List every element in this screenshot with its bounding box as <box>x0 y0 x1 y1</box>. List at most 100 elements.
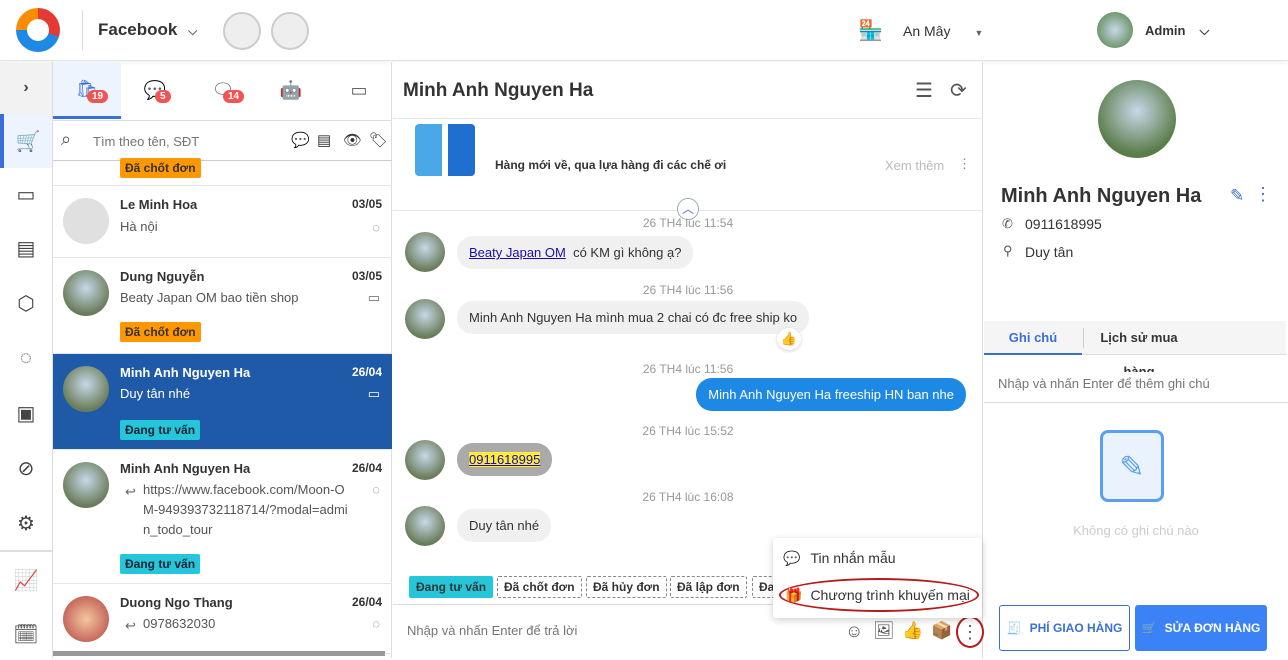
page-avatar-icon[interactable] <box>223 12 261 50</box>
settings-icon[interactable]: ⚙ <box>0 497 52 549</box>
tab-comments[interactable]: 🗨 14 <box>189 62 257 119</box>
avatar <box>405 440 445 480</box>
page-link[interactable]: Beaty Japan OM <box>469 245 566 260</box>
message-bubble-outgoing: Minh Anh Nguyen Ha freeship HN ban nhe <box>696 378 966 411</box>
list-item[interactable]: Duong Ngo Thang 26/04 ↩ 0978632030 ◌ <box>53 584 392 654</box>
user-avatar[interactable] <box>1097 12 1133 48</box>
edit-order-button[interactable]: 🛒 SỬA ĐƠN HÀNG <box>1135 605 1267 651</box>
tag-created[interactable]: Đã lập đơn <box>670 576 747 598</box>
user-menu[interactable]: Admin ⌵ <box>1145 23 1209 39</box>
reply-icon: ↩ <box>125 484 136 499</box>
document-icon[interactable]: ▤ <box>0 222 52 274</box>
template-message-icon: 💬 <box>783 550 801 566</box>
box-icon[interactable]: ⬡ <box>0 277 52 329</box>
more-options-button[interactable]: ⋮ <box>956 616 984 648</box>
note-input[interactable] <box>998 372 1278 394</box>
messenger-icon: ◌ <box>372 616 380 631</box>
last-message: Duy tân nhé <box>120 386 191 401</box>
customer-name: Minh Anh Nguyen Ha <box>1001 185 1202 207</box>
gift-icon: 🎁 <box>785 587 803 603</box>
history-icon[interactable]: 🗓 <box>0 608 52 660</box>
chat-title: Minh Anh Nguyen Ha <box>403 80 594 101</box>
video-icon[interactable]: ▭ <box>0 168 52 220</box>
date: 03/05 <box>351 269 382 283</box>
list-item-selected[interactable]: Minh Anh Nguyen Ha 26/04 Duy tân nhé ▭ Đ… <box>53 354 392 450</box>
avatar <box>63 366 109 412</box>
tab-purchase-history[interactable]: Lịch sử mua hàng <box>1084 321 1194 379</box>
list-icon[interactable]: ☰ <box>915 78 933 103</box>
avatar <box>63 198 109 244</box>
more-vertical-icon[interactable]: ⋮ <box>958 156 971 172</box>
contact-card-icon[interactable]: ▣ <box>0 387 52 439</box>
expand-chevron-icon[interactable]: › <box>0 62 52 114</box>
chart-icon[interactable]: 📈 <box>0 554 52 606</box>
side-nav: › 🛒 ▭ ▤ ⬡ ◌ ▣ ⊘ ⚙ 📈 🗓 <box>0 62 53 658</box>
avatar <box>63 596 109 642</box>
tag-icon[interactable]: 🏷 <box>369 131 388 149</box>
cart-icon[interactable]: 🛒 <box>0 114 52 168</box>
phone-link[interactable]: 0911618995 <box>469 452 541 467</box>
channel-selector[interactable]: Facebook ⌵ <box>98 20 197 40</box>
status-tag: Đang tư vấn <box>120 420 201 440</box>
tag-consulting[interactable]: Đang tư vấn <box>409 576 494 598</box>
tab-video[interactable]: ▭ <box>325 62 393 119</box>
avatar <box>405 232 445 272</box>
chevron-down-icon: ⌵ <box>1199 23 1210 38</box>
edit-icon[interactable]: ✎ <box>1230 186 1244 206</box>
app-logo[interactable] <box>16 8 60 52</box>
menu-item-template-message[interactable]: 💬 Tin nhắn mẫu <box>783 550 896 567</box>
status-tag: Đã chốt đơn <box>120 158 201 178</box>
message-bubble: 0911618995 <box>457 443 553 476</box>
menu-label: Chương trình khuyến mại <box>810 587 970 603</box>
tab-notes[interactable]: Ghi chú <box>984 321 1082 355</box>
list-item[interactable]: Le Minh Hoa 03/05 Hà nội ◌ <box>53 186 392 258</box>
reply-icon: ↩ <box>125 618 136 633</box>
messenger-icon: ◌ <box>372 482 380 497</box>
tab-messenger[interactable]: 💬 5 <box>121 62 189 119</box>
status-tag: Đang tư vấn <box>120 554 201 574</box>
note-filter-icon[interactable]: ▤ <box>317 131 331 149</box>
list-item[interactable]: Đã chốt đơn <box>53 158 392 186</box>
avatar <box>405 506 445 546</box>
chat-filter-icon[interactable]: 💬 <box>291 131 310 149</box>
like-icon[interactable]: 👍 <box>902 621 923 641</box>
date: 26/04 <box>351 595 382 609</box>
badge: 14 <box>223 90 245 103</box>
timestamp: 26 TH4 lúc 11:54 <box>642 216 734 230</box>
list-item[interactable]: Dung Nguyễn 03/05 Beaty Japan OM bao tiề… <box>53 258 392 354</box>
tag-closed[interactable]: Đã chốt đơn <box>497 576 582 598</box>
product-search-icon[interactable]: 📦 <box>931 621 952 641</box>
empty-notes-text: Không có ghi chú nào <box>1073 523 1199 538</box>
tag-cancelled[interactable]: Đã hủy đơn <box>586 576 667 598</box>
search-input[interactable] <box>93 129 283 153</box>
eye-icon[interactable]: 👁 <box>343 131 362 149</box>
more-options-menu: 💬 Tin nhắn mẫu 🎁 Chương trình khuyến mại <box>773 538 982 618</box>
block-icon[interactable]: ⊘ <box>0 442 52 494</box>
reply-input[interactable] <box>407 618 807 642</box>
avatar <box>63 462 109 508</box>
page-avatar-icon[interactable] <box>271 12 309 50</box>
date: 03/05 <box>351 197 382 211</box>
date: 26/04 <box>351 461 382 475</box>
emoji-icon[interactable]: ☺ <box>845 621 863 642</box>
tag-more[interactable]: Đa <box>752 576 774 598</box>
image-icon[interactable]: 🖼 <box>873 621 895 641</box>
timestamp: 26 TH4 lúc 11:56 <box>642 362 734 376</box>
product-image <box>415 124 475 176</box>
store-selector[interactable]: An Mây ▼ <box>903 23 983 39</box>
scrollbar[interactable] <box>53 651 385 656</box>
list-item[interactable]: Minh Anh Nguyen Ha 26/04 ↩ https://www.f… <box>53 450 392 584</box>
shipping-fee-button[interactable]: 🧾 PHÍ GIAO HÀNG <box>999 605 1130 651</box>
tab-orders[interactable]: 🛍 19 <box>53 62 121 119</box>
messenger-icon[interactable]: ◌ <box>0 332 52 384</box>
customer-address: Duy tân <box>1025 244 1074 260</box>
customer-avatar <box>1098 80 1176 158</box>
store-icon: 🏪 <box>858 20 883 42</box>
tab-bot[interactable]: 🤖 <box>257 62 325 119</box>
last-message: Hà nội <box>120 219 158 234</box>
menu-item-promotion[interactable]: 🎁 Chương trình khuyến mại <box>779 578 979 612</box>
see-more-link[interactable]: Xem thêm <box>885 158 944 173</box>
avatar <box>63 270 109 316</box>
refresh-icon[interactable]: ⟳ <box>950 78 967 103</box>
more-vertical-icon[interactable]: ⋮ <box>1254 184 1272 205</box>
